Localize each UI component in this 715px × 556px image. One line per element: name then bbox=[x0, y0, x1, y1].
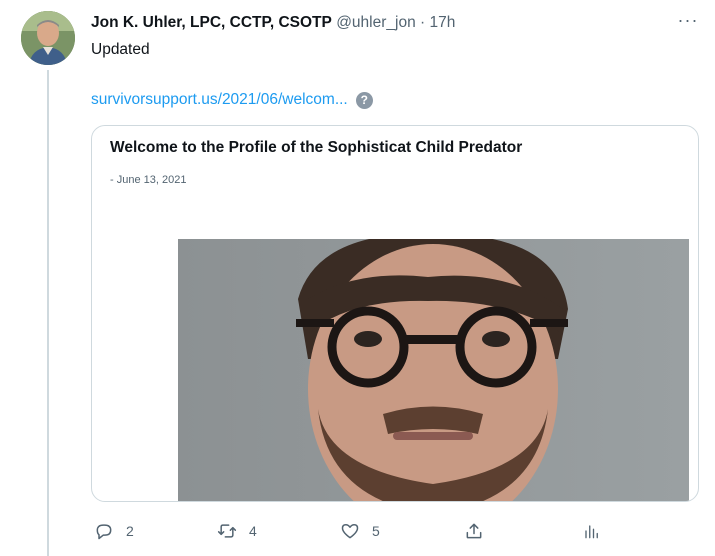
tweet-header: Jon K. Uhler, LPC, CCTP, CSOTP @uhler_jo… bbox=[91, 13, 455, 33]
card-title: Welcome to the Profile of the Sophistica… bbox=[110, 139, 523, 156]
help-icon[interactable]: ? bbox=[355, 91, 373, 109]
reply-count: 2 bbox=[126, 523, 134, 539]
avatar[interactable] bbox=[21, 11, 75, 65]
tweet-timestamp[interactable]: 17h bbox=[430, 14, 456, 31]
tweet-text: Updated bbox=[91, 41, 150, 58]
reply-icon bbox=[96, 524, 112, 540]
reply-button[interactable]: 2 bbox=[94, 516, 134, 546]
retweet-count: 4 bbox=[249, 523, 257, 539]
tweet-link[interactable]: survivorsupport.us/2021/06/welcom... bbox=[91, 90, 348, 110]
card-photo bbox=[178, 239, 689, 501]
link-row: survivorsupport.us/2021/06/welcom... ? bbox=[91, 90, 373, 110]
heart-icon bbox=[341, 524, 359, 539]
share-button[interactable] bbox=[464, 516, 484, 546]
tweet[interactable]: Jon K. Uhler, LPC, CCTP, CSOTP @uhler_jo… bbox=[0, 0, 715, 556]
separator-dot: · bbox=[420, 14, 426, 31]
thread-line bbox=[47, 70, 49, 556]
link-preview-card[interactable]: Welcome to the Profile of the Sophistica… bbox=[91, 125, 699, 502]
retweet-button[interactable]: 4 bbox=[217, 516, 257, 546]
more-options-icon[interactable]: ··· bbox=[676, 10, 700, 34]
action-bar: 2 4 5 bbox=[0, 516, 715, 546]
author-display-name[interactable]: Jon K. Uhler, LPC, CCTP, CSOTP bbox=[91, 14, 332, 31]
share-icon bbox=[466, 523, 482, 539]
like-count: 5 bbox=[372, 523, 380, 539]
author-handle[interactable]: @uhler_jon bbox=[336, 14, 416, 31]
analytics-button[interactable] bbox=[581, 516, 601, 546]
card-date: - June 13, 2021 bbox=[110, 174, 187, 186]
like-button[interactable]: 5 bbox=[340, 516, 380, 546]
retweet-icon bbox=[217, 524, 237, 538]
analytics-icon bbox=[585, 525, 598, 539]
